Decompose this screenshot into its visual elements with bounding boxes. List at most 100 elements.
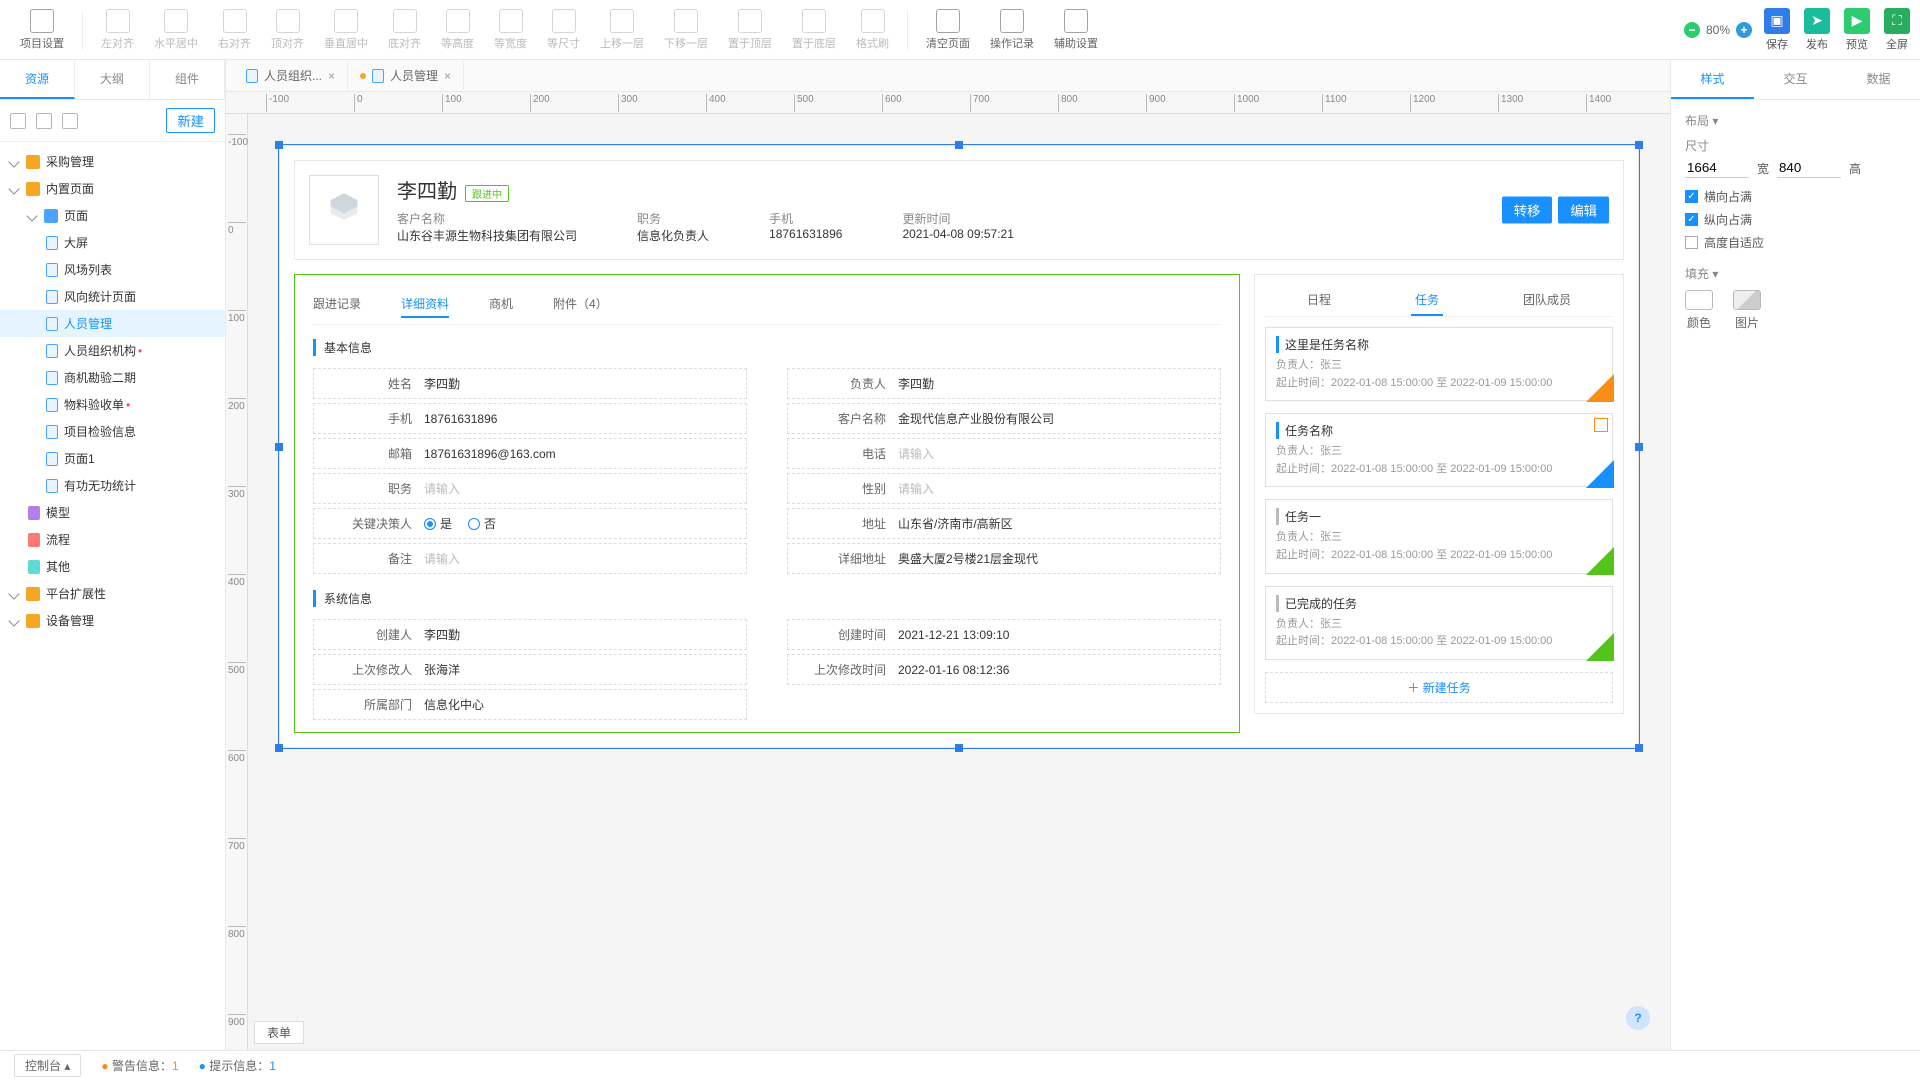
chk-h-fill[interactable]: ✓横向占满 (1685, 188, 1906, 205)
field-客户名称[interactable]: 客户名称金现代信息产业股份有限公司 (787, 403, 1221, 434)
tree-采购管理[interactable]: 采购管理 (0, 148, 225, 175)
align-水平居中[interactable]: 水平居中 (144, 5, 208, 55)
action-预览[interactable]: ▶预览 (1844, 8, 1870, 52)
help-button[interactable]: ? (1626, 1006, 1650, 1030)
hint-info[interactable]: ● 提示信息：1 (199, 1057, 276, 1074)
collapse-icon[interactable] (62, 113, 78, 129)
tree-商机勘验二期[interactable]: 商机勘验二期 (0, 364, 225, 391)
align-下移一层[interactable]: 下移一层 (654, 5, 718, 55)
width-input[interactable] (1685, 158, 1749, 178)
selection-frame[interactable]: 李四勤跟进中 客户名称山东谷丰源生物科技集团有限公司职务信息化负责人手机1876… (278, 144, 1640, 749)
tree-有功无功统计[interactable]: 有功无功统计 (0, 472, 225, 499)
tree-风场列表[interactable]: 风场列表 (0, 256, 225, 283)
field-详细地址[interactable]: 详细地址奥盛大厦2号楼21层金现代 (787, 543, 1221, 574)
align-等宽度[interactable]: 等宽度 (484, 5, 537, 55)
task-这里是任务名称[interactable]: 这里是任务名称负责人：张三起止时间：2022-01-08 15:00:00 至 … (1265, 327, 1613, 401)
add-task-button[interactable]: ＋ 新建任务 (1265, 672, 1613, 703)
align-等尺寸[interactable]: 等尺寸 (537, 5, 590, 55)
dtab-attachment[interactable]: 附件（4） (553, 291, 608, 318)
field-创建人[interactable]: 创建人李四勤 (313, 619, 747, 650)
tree-内置页面[interactable]: 内置页面 (0, 175, 225, 202)
field-地址[interactable]: 地址山东省/济南市/高新区 (787, 508, 1221, 539)
tab-components[interactable]: 组件 (150, 60, 225, 99)
align-垂直居中[interactable]: 垂直居中 (314, 5, 378, 55)
tab-resource[interactable]: 资源 (0, 60, 75, 99)
chk-auto-height[interactable]: ✓高度自适应 (1685, 234, 1906, 251)
zoom-control[interactable]: − 80% + (1684, 22, 1752, 38)
tab-outline[interactable]: 大纲 (75, 60, 150, 99)
op-操作记录[interactable]: 操作记录 (980, 5, 1044, 55)
ttab-task[interactable]: 任务 (1411, 285, 1443, 316)
tree-物料验收单[interactable]: 物料验收单 (0, 391, 225, 418)
action-发布[interactable]: ➤发布 (1804, 8, 1830, 52)
fill-image[interactable]: 图片 (1733, 290, 1761, 331)
task-任务名称[interactable]: 任务名称负责人：张三起止时间：2022-01-08 15:00:00 至 202… (1265, 413, 1613, 487)
tree-页面[interactable]: 页面 (0, 202, 225, 229)
tree-平台扩展性[interactable]: 平台扩展性 (0, 580, 225, 607)
edit-button[interactable]: 编辑 (1558, 197, 1609, 224)
align-等高度[interactable]: 等高度 (431, 5, 484, 55)
field-姓名[interactable]: 姓名李四勤 (313, 368, 747, 399)
task-任务一[interactable]: 任务一负责人：张三起止时间：2022-01-08 15:00:00 至 2022… (1265, 499, 1613, 573)
task-已完成的任务[interactable]: 已完成的任务负责人：张三起止时间：2022-01-08 15:00:00 至 2… (1265, 586, 1613, 660)
align-左对齐[interactable]: 左对齐 (91, 5, 144, 55)
canvas[interactable]: 李四勤跟进中 客户名称山东谷丰源生物科技集团有限公司职务信息化负责人手机1876… (248, 114, 1670, 1050)
field-邮箱[interactable]: 邮箱18761631896@163.com (313, 438, 747, 469)
align-置于底层[interactable]: 置于底层 (782, 5, 846, 55)
align-置于顶层[interactable]: 置于顶层 (718, 5, 782, 55)
tree-模型[interactable]: 模型 (0, 499, 225, 526)
rtab-data[interactable]: 数据 (1837, 60, 1920, 99)
tree-风向统计页面[interactable]: 风向统计页面 (0, 283, 225, 310)
console-toggle[interactable]: 控制台 ▴ (14, 1054, 81, 1077)
chk-v-fill[interactable]: ✓纵向占满 (1685, 211, 1906, 228)
tree-人员组织机构[interactable]: 人员组织机构 (0, 337, 225, 364)
field-关键决策人[interactable]: 关键决策人是否 (313, 508, 747, 539)
dtab-detail[interactable]: 详细资料 (401, 291, 449, 318)
zoom-in-icon[interactable]: + (1736, 22, 1752, 38)
align-上移一层[interactable]: 上移一层 (590, 5, 654, 55)
align-顶对齐[interactable]: 顶对齐 (261, 5, 314, 55)
search-icon[interactable] (10, 113, 26, 129)
rtab-style[interactable]: 样式 (1671, 60, 1754, 99)
tree-人员管理[interactable]: 人员管理 (0, 310, 225, 337)
align-格式刷[interactable]: 格式刷 (846, 5, 899, 55)
field-职务[interactable]: 职务请输入 (313, 473, 747, 504)
align-底对齐[interactable]: 底对齐 (378, 5, 431, 55)
form-chip[interactable]: 表单 (254, 1021, 304, 1044)
project-settings[interactable]: 项目设置 (10, 5, 74, 55)
field-手机[interactable]: 手机18761631896 (313, 403, 747, 434)
zoom-out-icon[interactable]: − (1684, 22, 1700, 38)
rtab-interact[interactable]: 交互 (1754, 60, 1837, 99)
tree-页面1[interactable]: 页面1 (0, 445, 225, 472)
warn-info[interactable]: ● 警告信息：1 (101, 1057, 178, 1074)
ttab-team[interactable]: 团队成员 (1519, 285, 1575, 316)
ttab-schedule[interactable]: 日程 (1303, 285, 1335, 316)
field-上次修改时间[interactable]: 上次修改时间2022-01-16 08:12:36 (787, 654, 1221, 685)
tree-设备管理[interactable]: 设备管理 (0, 607, 225, 634)
dtab-opportunity[interactable]: 商机 (489, 291, 513, 318)
field-电话[interactable]: 电话请输入 (787, 438, 1221, 469)
field-创建时间[interactable]: 创建时间2021-12-21 13:09:10 (787, 619, 1221, 650)
filetab-人员组织...[interactable]: 人员组织...× (234, 61, 348, 90)
tree-大屏[interactable]: 大屏 (0, 229, 225, 256)
action-全屏[interactable]: ⛶全屏 (1884, 8, 1910, 52)
field-负责人[interactable]: 负责人李四勤 (787, 368, 1221, 399)
new-button[interactable]: 新建 (166, 108, 215, 133)
height-input[interactable] (1777, 158, 1841, 178)
transfer-button[interactable]: 转移 (1502, 197, 1553, 224)
action-保存[interactable]: ▣保存 (1764, 8, 1790, 52)
op-清空页面[interactable]: 清空页面 (916, 5, 980, 55)
op-辅助设置[interactable]: 辅助设置 (1044, 5, 1108, 55)
filetab-人员管理[interactable]: 人员管理× (348, 61, 464, 90)
tree-项目检验信息[interactable]: 项目检验信息 (0, 418, 225, 445)
field-上次修改人[interactable]: 上次修改人张海洋 (313, 654, 747, 685)
dtab-follow[interactable]: 跟进记录 (313, 291, 361, 318)
align-右对齐[interactable]: 右对齐 (208, 5, 261, 55)
field-备注[interactable]: 备注请输入 (313, 543, 747, 574)
target-icon[interactable] (36, 113, 52, 129)
field-性别[interactable]: 性别请输入 (787, 473, 1221, 504)
tree-其他[interactable]: 其他 (0, 553, 225, 580)
field-所属部门[interactable]: 所属部门信息化中心 (313, 689, 747, 720)
fill-color[interactable]: 颜色 (1685, 290, 1713, 331)
tree-流程[interactable]: 流程 (0, 526, 225, 553)
